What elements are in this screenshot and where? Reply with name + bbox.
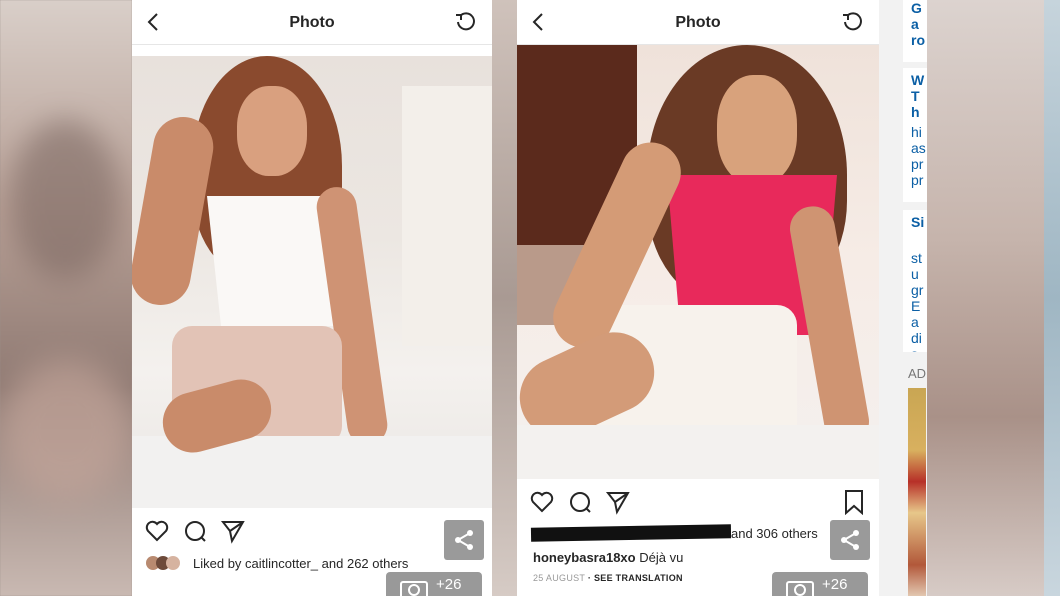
camera-count: +26 bbox=[822, 576, 848, 593]
news-item-3[interactable]: Si stu gr Ea dis all jur bbox=[903, 210, 927, 352]
background-left bbox=[0, 0, 132, 596]
post-date: 25 AUGUST · SEE TRANSLATION bbox=[533, 573, 683, 583]
share-icon bbox=[841, 530, 859, 550]
camera-overlay[interactable]: +26 bbox=[386, 572, 482, 596]
heart-icon[interactable] bbox=[529, 489, 555, 515]
left-post-screenshot: Photo Liked by caitlincotter_ and 262 ot… bbox=[132, 0, 492, 596]
likes-text[interactable]: and 306 others bbox=[731, 526, 818, 541]
news-item-2-title: W Th bbox=[911, 72, 925, 120]
page-title: Photo bbox=[675, 14, 721, 31]
top-bar: Photo bbox=[132, 0, 492, 45]
news-item-2[interactable]: W Th hi as pr pr bbox=[903, 68, 927, 202]
news-item-1-text: Ga ro bbox=[911, 0, 925, 48]
post-photo bbox=[132, 56, 492, 508]
caption: honeybasra18xo Déjà vu bbox=[533, 550, 683, 565]
news-item-2-body: hi as pr pr bbox=[911, 124, 926, 188]
camera-icon bbox=[400, 581, 428, 596]
news-item-3-title: Si bbox=[911, 214, 925, 230]
liked-by-user-link[interactable]: caitlincotter_ bbox=[245, 556, 318, 571]
send-icon[interactable] bbox=[220, 518, 246, 544]
date-label: 25 AUGUST bbox=[533, 573, 586, 583]
send-icon[interactable] bbox=[605, 489, 631, 515]
caption-text: Déjà vu bbox=[639, 550, 684, 565]
ad-label: AD bbox=[908, 366, 927, 381]
share-button[interactable] bbox=[830, 520, 870, 560]
camera-count: +26 bbox=[436, 576, 462, 593]
comment-icon[interactable] bbox=[182, 518, 208, 544]
post-photo bbox=[517, 45, 879, 479]
background-right bbox=[927, 0, 1060, 596]
see-translation-link[interactable]: · SEE TRANSLATION bbox=[588, 573, 683, 583]
liked-by-count[interactable]: and 262 others bbox=[322, 556, 409, 571]
liker-avatars bbox=[146, 556, 186, 570]
share-button[interactable] bbox=[444, 520, 484, 560]
top-bar: Photo bbox=[517, 0, 879, 45]
refresh-icon[interactable] bbox=[454, 10, 478, 34]
ad-image[interactable] bbox=[908, 388, 926, 596]
bookmark-icon[interactable] bbox=[841, 489, 867, 515]
right-post-screenshot: Photo and 306 others honeybasra18xo Déjà… bbox=[517, 0, 879, 596]
heart-icon[interactable] bbox=[144, 518, 170, 544]
refresh-icon[interactable] bbox=[841, 10, 865, 34]
comment-icon[interactable] bbox=[567, 489, 593, 515]
page-title: Photo bbox=[289, 14, 335, 31]
caption-username[interactable]: honeybasra18xo bbox=[533, 550, 636, 565]
divider bbox=[492, 0, 517, 596]
likes-text: Liked by caitlincotter_ and 262 others bbox=[193, 556, 408, 571]
share-icon bbox=[455, 530, 473, 550]
liked-by-label: Liked by bbox=[193, 556, 242, 571]
news-item-1[interactable]: Ga ro bbox=[903, 0, 927, 62]
camera-overlay[interactable]: +26 bbox=[772, 572, 868, 596]
camera-icon bbox=[786, 581, 814, 596]
news-item-3-body: stu gr Ea dis all jur bbox=[911, 250, 924, 352]
